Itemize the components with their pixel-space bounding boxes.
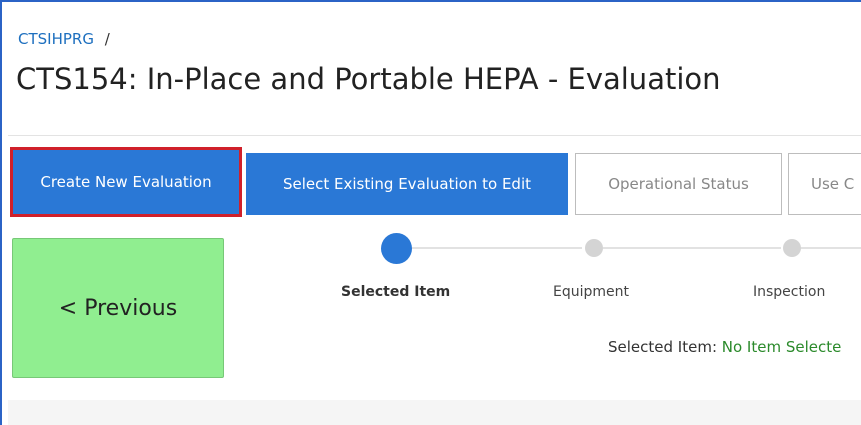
- select-existing-evaluation-button[interactable]: Select Existing Evaluation to Edit: [246, 153, 568, 215]
- stepper-connector: [801, 247, 861, 249]
- selected-item-status: Selected Item: No Item Selecte: [608, 338, 841, 356]
- page-title: CTS154: In-Place and Portable HEPA - Eva…: [16, 62, 721, 96]
- footer-band: [8, 400, 861, 425]
- step-label-selected-item: Selected Item: [341, 284, 451, 300]
- step-label-inspection: Inspection: [753, 284, 826, 300]
- selected-item-value: No Item Selecte: [721, 338, 842, 356]
- breadcrumb: CTSIHPRG /: [18, 30, 110, 48]
- breadcrumb-link[interactable]: CTSIHPRG: [18, 30, 94, 48]
- operational-status-button[interactable]: Operational Status: [575, 153, 782, 215]
- step-label-equipment: Equipment: [553, 284, 629, 300]
- selected-item-label: Selected Item:: [608, 338, 722, 356]
- previous-button[interactable]: < Previous: [12, 238, 224, 378]
- step-dot-selected-item[interactable]: [381, 233, 412, 264]
- stepper-connector: [412, 247, 582, 249]
- stepper-connector: [603, 247, 781, 249]
- app-frame: CTSIHPRG / CTS154: In-Place and Portable…: [0, 0, 861, 425]
- step-dot-inspection[interactable]: [783, 239, 801, 257]
- breadcrumb-separator: /: [104, 30, 110, 48]
- header-divider: [8, 135, 861, 136]
- create-new-evaluation-button[interactable]: Create New Evaluation: [10, 147, 242, 217]
- step-dot-equipment[interactable]: [585, 239, 603, 257]
- use-c-button[interactable]: Use C: [788, 153, 861, 215]
